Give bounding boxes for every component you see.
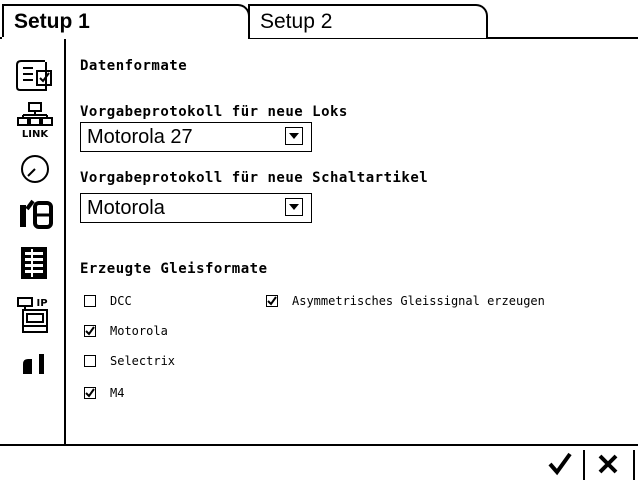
chevron-down-icon (285, 127, 303, 145)
bottom-divider (0, 444, 638, 446)
default-loco-select[interactable]: Motorola 27 (80, 122, 312, 152)
ip-label: IP (36, 298, 47, 309)
asym-signal-label: Asymmetrisches Gleissignal erzeugen (292, 294, 545, 308)
checkbox-motorola[interactable] (84, 325, 96, 337)
format-m4[interactable]: M4 (84, 386, 124, 400)
sidebar-item-gauge[interactable] (10, 149, 60, 189)
format-m4-label: M4 (110, 386, 125, 400)
tab-setup-1[interactable]: Setup 1 (2, 4, 250, 38)
format-motorola-label: Motorola (110, 324, 168, 338)
asym-signal-option[interactable]: Asymmetrisches Gleissignal erzeugen (266, 294, 545, 308)
ip-computer-icon: IP (17, 297, 48, 333)
checkmark-icon (85, 388, 95, 398)
cancel-button[interactable] (588, 447, 628, 481)
active-tab-gap (2, 37, 248, 39)
list-icon (21, 247, 47, 279)
default-loco-label: Vorgabeprotokoll für neue Loks (80, 104, 348, 120)
format-motorola[interactable]: Motorola (84, 324, 168, 338)
sidebar-item-ip[interactable]: IP (10, 295, 60, 335)
section-title: Datenformate (80, 58, 188, 74)
checkmark-icon (267, 296, 277, 306)
network-link-icon: LINK (17, 102, 53, 139)
checkbox-asym[interactable] (266, 295, 278, 307)
default-switch-label: Vorgabeprotokoll für neue Schaltartikel (80, 170, 429, 186)
checkbox-dcc[interactable] (84, 295, 96, 307)
ok-button[interactable] (540, 447, 580, 481)
default-loco-value: Motorola 27 (87, 125, 193, 148)
format-dcc[interactable]: DCC (84, 294, 132, 308)
gauge-icon (21, 155, 49, 183)
default-switch-select[interactable]: Motorola (80, 193, 312, 223)
io-icon (20, 199, 53, 229)
sidebar-item-list[interactable] (10, 243, 60, 283)
tab-bar: Setup 2 Setup 1 (0, 0, 638, 40)
close-icon (598, 454, 618, 474)
chevron-down-icon (285, 198, 303, 216)
format-selectrix[interactable]: Selectrix (84, 354, 175, 368)
button-separator-right (633, 450, 635, 480)
sidebar-item-locomotive[interactable] (10, 345, 60, 385)
sidebar-item-link[interactable]: LINK (10, 100, 60, 140)
link-label: LINK (22, 129, 49, 139)
format-dcc-label: DCC (110, 294, 132, 308)
locomotive-icon (23, 354, 44, 374)
sidebar-divider (64, 39, 66, 444)
sidebar-item-io[interactable] (10, 195, 60, 235)
format-selectrix-label: Selectrix (110, 354, 176, 368)
generated-formats-title: Erzeugte Gleisformate (80, 261, 268, 277)
checkmark-icon (85, 326, 95, 336)
default-switch-value: Motorola (87, 196, 165, 219)
sidebar-item-document[interactable] (10, 55, 60, 95)
document-edit-icon (16, 60, 52, 91)
sidebar: LINK IP (0, 39, 66, 444)
checkbox-selectrix[interactable] (84, 355, 96, 367)
tab-setup-2[interactable]: Setup 2 (248, 4, 488, 38)
checkbox-m4[interactable] (84, 387, 96, 399)
checkmark-icon (548, 452, 572, 476)
button-separator (583, 450, 585, 480)
